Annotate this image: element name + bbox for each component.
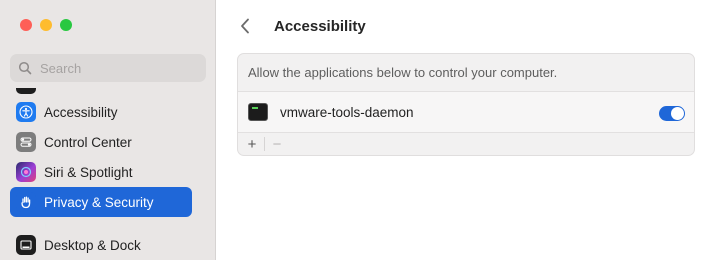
close-window-button[interactable] bbox=[20, 19, 32, 31]
sidebar-item-label: Desktop & Dock bbox=[44, 237, 141, 253]
sidebar-item-label: Control Center bbox=[44, 134, 132, 150]
sidebar-item-label: Siri & Spotlight bbox=[44, 164, 133, 180]
chevron-left-icon bbox=[241, 18, 249, 34]
back-button[interactable] bbox=[236, 14, 254, 38]
page-title: Accessibility bbox=[274, 17, 366, 35]
add-app-button[interactable]: + bbox=[244, 137, 260, 152]
app-name: vmware-tools-daemon bbox=[280, 104, 414, 120]
list-item[interactable]: vmware-tools-daemon bbox=[238, 91, 694, 133]
siri-icon bbox=[16, 162, 36, 182]
control-center-icon bbox=[16, 132, 36, 152]
sidebar-item-label: Privacy & Security bbox=[44, 194, 154, 210]
sidebar-item-desktop-dock[interactable]: Desktop & Dock bbox=[10, 230, 192, 260]
zoom-window-button[interactable] bbox=[60, 19, 72, 31]
sidebar-item-accessibility[interactable]: Accessibility bbox=[10, 97, 192, 127]
main-content: Accessibility Allow the applications bel… bbox=[216, 0, 717, 260]
header: Accessibility bbox=[236, 14, 366, 38]
sidebar-item-label: Accessibility bbox=[44, 104, 118, 120]
sidebar-item-partial-icon bbox=[16, 88, 36, 94]
window-controls bbox=[20, 19, 72, 31]
sidebar-item-control-center[interactable]: Control Center bbox=[10, 127, 192, 157]
terminal-app-icon bbox=[248, 103, 268, 121]
remove-app-button[interactable]: − bbox=[269, 137, 285, 152]
sidebar-nav: Accessibility Control Center Siri & Spot… bbox=[10, 95, 192, 260]
search-icon bbox=[18, 61, 32, 75]
divider bbox=[264, 137, 265, 151]
dock-icon bbox=[16, 235, 36, 255]
accessibility-icon bbox=[16, 102, 36, 122]
panel-description: Allow the applications below to control … bbox=[248, 65, 558, 80]
app-permission-toggle[interactable] bbox=[659, 106, 685, 121]
list-footer: + − bbox=[238, 133, 694, 155]
search-input[interactable] bbox=[38, 59, 202, 77]
hand-icon bbox=[16, 192, 36, 212]
sidebar-item-privacy-security[interactable]: Privacy & Security bbox=[10, 187, 192, 217]
sidebar: Accessibility Control Center bbox=[0, 0, 216, 260]
apps-list-panel: Allow the applications below to control … bbox=[237, 53, 695, 156]
search-field[interactable] bbox=[10, 54, 206, 82]
sidebar-item-siri-spotlight[interactable]: Siri & Spotlight bbox=[10, 157, 192, 187]
minimize-window-button[interactable] bbox=[40, 19, 52, 31]
settings-window: Accessibility Control Center bbox=[0, 0, 717, 260]
